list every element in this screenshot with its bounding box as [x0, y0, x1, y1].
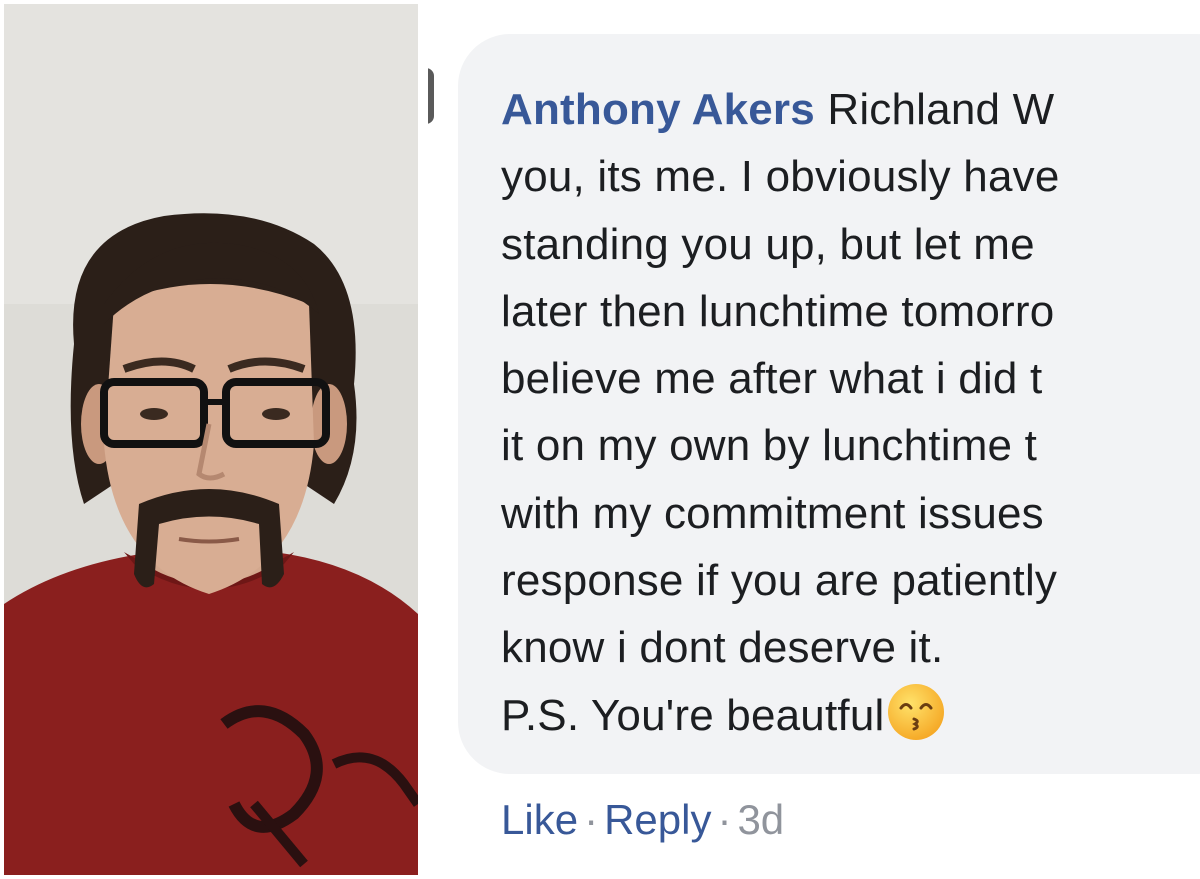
comment-line: P.S. You're beautful — [501, 682, 1200, 749]
comment-line: later then lunchtime tomorro — [501, 286, 1055, 336]
mugshot-photo — [4, 4, 418, 875]
reply-link[interactable]: Reply — [604, 796, 711, 843]
comment-body: Anthony Akers Richland W you, its me. I … — [501, 76, 1200, 749]
kissing-smiling-eyes-emoji-icon — [888, 683, 945, 740]
author-name-link[interactable]: Anthony Akers — [501, 85, 815, 134]
separator-dot: · — [584, 796, 599, 843]
comment-actions: Like · Reply · 3d — [501, 796, 784, 844]
comment-line: response if you are patiently — [501, 556, 1058, 606]
person-photo-image — [4, 4, 418, 875]
comment-line: with my commitment issues — [501, 488, 1044, 538]
comment-line: it on my own by lunchtime t — [501, 421, 1038, 471]
comment-line: believe me after what i did t — [501, 354, 1043, 404]
comment-line-text: Richland W — [827, 85, 1055, 134]
separator-dot: · — [717, 796, 732, 843]
comment-line: know i dont deserve it. — [501, 623, 944, 673]
facebook-comment: Anthony Akers Richland W you, its me. I … — [428, 0, 1200, 879]
like-link[interactable]: Like — [501, 796, 578, 843]
avatar[interactable] — [428, 68, 434, 124]
comment-line: standing you up, but let me — [501, 219, 1035, 269]
comment-line-text: P.S. You're beautful — [501, 690, 885, 740]
comment-timestamp[interactable]: 3d — [737, 796, 784, 843]
panel-divider — [418, 0, 428, 879]
comment-line: Anthony Akers Richland W — [501, 76, 1200, 143]
comment-line: you, its me. I obviously have — [501, 152, 1060, 202]
